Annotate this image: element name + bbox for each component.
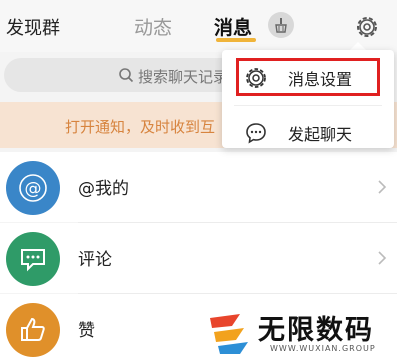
broom-icon <box>275 18 287 33</box>
watermark: 无限数码 WWW.WUXIAN.GROUP <box>196 304 397 360</box>
popup-arrow <box>350 42 366 50</box>
chevron-right-icon <box>378 180 387 194</box>
list-item-label: @我的 <box>78 179 129 199</box>
chat-bubble-icon <box>246 123 266 144</box>
menu-item-start-chat[interactable]: 发起聊天 <box>222 110 394 154</box>
tab-messages[interactable]: 消息 <box>214 13 252 40</box>
chevron-right-icon <box>378 251 387 265</box>
at-icon: @ <box>6 161 60 215</box>
discover-groups-link[interactable]: 发现群 <box>6 14 60 40</box>
list-item-label: 赞 <box>78 321 95 341</box>
highlight-annotation-box <box>236 58 380 96</box>
watermark-title: 无限数码 <box>258 315 374 346</box>
brand-logo <box>210 314 248 354</box>
menu-divider <box>234 105 382 106</box>
search-icon <box>119 68 134 83</box>
settings-gear-icon[interactable] <box>354 14 380 40</box>
list-item-mentions[interactable]: @ @我的 <box>0 152 397 222</box>
notification-banner-text: 打开通知，及时收到互 <box>65 118 216 136</box>
clear-unread-button[interactable] <box>268 12 294 38</box>
svg-text:@: @ <box>25 179 42 199</box>
watermark-subtitle: WWW.WUXIAN.GROUP <box>270 344 376 353</box>
comment-icon <box>6 232 60 286</box>
thumbs-up-icon <box>6 303 60 357</box>
list-item-label: 评论 <box>78 250 112 270</box>
top-bar: 发现群 动态 消息 <box>0 0 397 52</box>
active-tab-indicator <box>216 38 256 42</box>
list-item-comments[interactable]: 评论 <box>0 223 397 293</box>
search-placeholder: 搜索聊天记录 <box>138 68 229 86</box>
menu-item-label: 发起聊天 <box>288 125 353 144</box>
tab-dynamic[interactable]: 动态 <box>134 13 172 40</box>
